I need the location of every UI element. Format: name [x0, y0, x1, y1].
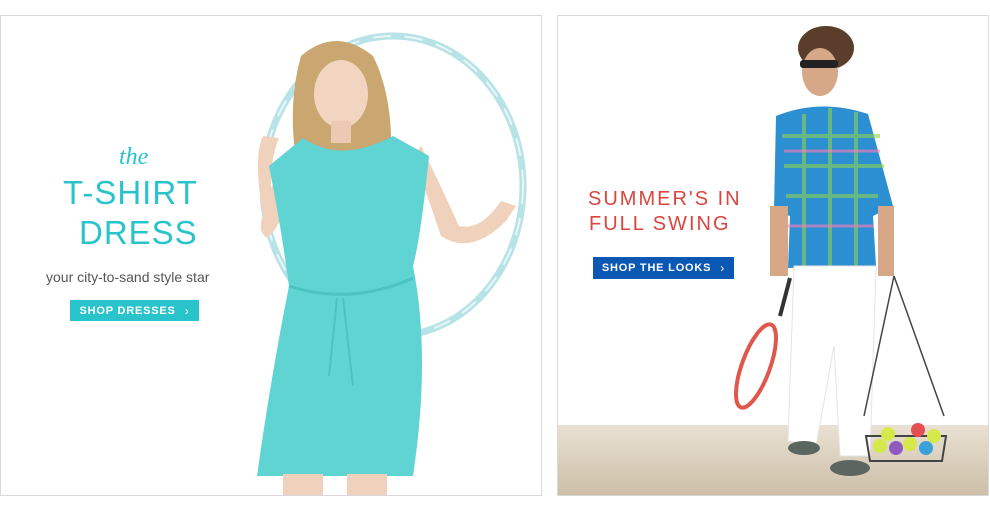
shop-the-looks-label: SHOP THE LOOKS — [601, 262, 712, 274]
shop-the-looks-button[interactable]: SHOP THE LOOKS › — [593, 257, 734, 279]
model-in-teal-dress-image — [257, 32, 527, 495]
headline-line-2: DRESS — [79, 214, 198, 251]
headline-line-1: SUMMER'S IN — [588, 188, 742, 210]
chevron-right-icon: › — [184, 303, 190, 318]
shop-dresses-button[interactable]: SHOP DRESSES › — [70, 300, 199, 321]
headline-line-1: T-SHIRT — [63, 174, 198, 211]
shop-dresses-label: SHOP DRESSES — [79, 304, 176, 317]
subtitle-text: your city-to-sand style star — [46, 269, 210, 285]
summer-swing-banner[interactable] — [557, 15, 989, 496]
headline-line-2: FULL SWING — [589, 213, 731, 235]
eyebrow-text: the — [119, 144, 149, 170]
chevron-right-icon: › — [720, 261, 726, 275]
man-with-tennis-racket-image — [734, 26, 948, 476]
tshirt-dress-banner[interactable]: the T-SHIRT DRESS your city-to-sand styl… — [0, 15, 542, 496]
